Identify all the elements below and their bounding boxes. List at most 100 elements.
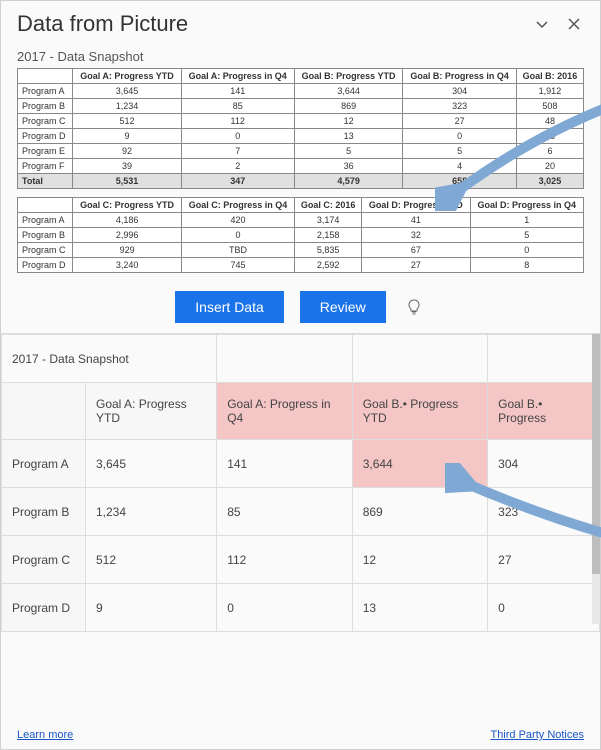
footer: Learn more Third Party Notices [1,721,600,749]
result-cell[interactable]: 0 [488,584,600,632]
row-label: Program D [18,129,73,144]
data-cell: 4,579 [294,174,403,189]
data-cell: 36 [294,159,403,174]
result-col-header[interactable]: Goal B.• Progress YTD [352,383,487,440]
result-corner-cell[interactable] [2,383,86,440]
data-cell: TBD [181,243,294,258]
source-col-header: Goal A: Progress YTD [73,69,181,84]
data-cell: 2,592 [295,258,362,273]
data-cell: 0 [181,228,294,243]
result-col-header[interactable]: Goal A: Progress YTD [86,383,217,440]
data-cell: 3,645 [73,84,181,99]
source-col-header: Goal C: Progress YTD [73,198,181,213]
data-cell: 32 [362,228,470,243]
source-col-header: Goal D: Progress in Q4 [470,198,583,213]
result-cell[interactable]: 869 [352,488,487,536]
data-cell: 1,234 [73,99,181,114]
data-cell: 323 [403,99,517,114]
data-cell: 27 [362,258,470,273]
row-label[interactable]: Program D [2,584,86,632]
learn-more-link[interactable]: Learn more [17,729,73,741]
data-cell: 12 [294,114,403,129]
result-col-header[interactable]: Goal A: Progress in Q4 [217,383,352,440]
data-cell: 745 [181,258,294,273]
action-bar: Insert Data Review [1,281,600,333]
result-cell[interactable]: 0 [217,584,352,632]
data-cell: 3,025 [516,174,583,189]
table-row: Program D3,2407452,592278 [18,258,584,273]
third-party-link[interactable]: Third Party Notices [490,729,584,741]
data-cell: 6 [516,144,583,159]
titlebar: Data from Picture [1,1,600,43]
result-cell[interactable]: 323 [488,488,600,536]
snapshot-title: 2017 - Data Snapshot [17,49,584,64]
row-label[interactable]: Program C [2,536,86,584]
data-cell: 5 [294,144,403,159]
source-col-header: Goal D: Progress YTD [362,198,470,213]
scrollbar-thumb[interactable] [592,334,600,574]
table-row: Program B2,99602,158325 [18,228,584,243]
row-label[interactable]: Program A [2,440,86,488]
source-col-header: Goal B: Progress in Q4 [403,69,517,84]
close-icon[interactable] [564,14,584,34]
result-cell[interactable]: 512 [86,536,217,584]
data-cell: 512 [73,114,181,129]
source-col-header: Goal C: 2016 [295,198,362,213]
data-cell: 5,531 [73,174,181,189]
source-col-header: Goal C: Progress in Q4 [181,198,294,213]
result-cell[interactable]: 304 [488,440,600,488]
data-cell: 869 [294,99,403,114]
source-table-upper: Goal A: Progress YTDGoal A: Progress in … [17,68,584,189]
data-cell: 1,912 [516,84,583,99]
result-table[interactable]: 2017 - Data Snapshot Goal A: Progress YT… [1,334,600,632]
table-row: Program E927556 [18,144,584,159]
result-col-header[interactable]: Goal B.• Progress [488,383,600,440]
data-cell: 27 [403,114,517,129]
data-cell: 929 [73,243,181,258]
result-cell[interactable]: 27 [488,536,600,584]
data-cell: 0 [181,129,294,144]
data-cell: 9 [73,129,181,144]
data-cell: 7 [181,144,294,159]
data-cell: 92 [73,144,181,159]
table-row: Program A3,6451413,6443041,912 [18,84,584,99]
result-cell[interactable]: 85 [217,488,352,536]
result-cell[interactable]: 3,644 [352,440,487,488]
lightbulb-icon[interactable] [402,295,426,319]
data-cell: 20 [516,159,583,174]
row-label: Total [18,174,73,189]
data-from-picture-panel: Data from Picture 2017 - Data Snapshot G… [0,0,601,750]
result-cell[interactable]: 13 [352,584,487,632]
data-cell: 8 [470,258,583,273]
result-cell[interactable]: 112 [217,536,352,584]
insert-data-button[interactable]: Insert Data [175,291,283,323]
data-cell: 2,158 [295,228,362,243]
data-cell: 3,174 [295,213,362,228]
result-cell[interactable]: 1,234 [86,488,217,536]
result-cell[interactable]: 3,645 [86,440,217,488]
table-row: Program B1,23485869323508 [18,99,584,114]
data-cell: 5 [470,228,583,243]
result-grid-area: 2017 - Data Snapshot Goal A: Progress YT… [1,333,600,721]
review-button[interactable]: Review [300,291,386,323]
data-cell: 508 [516,99,583,114]
data-cell: 67 [362,243,470,258]
data-cell: 0 [403,129,517,144]
row-label[interactable]: Program B [2,488,86,536]
data-cell: 141 [181,84,294,99]
result-cell[interactable]: 141 [217,440,352,488]
table-row: Program A4,1864203,174411 [18,213,584,228]
result-cell[interactable]: 12 [352,536,487,584]
scrollbar-vertical[interactable] [592,334,600,624]
data-cell: 347 [181,174,294,189]
result-cell[interactable]: 9 [86,584,217,632]
chevron-down-icon[interactable] [532,14,552,34]
data-cell: 93 [516,129,583,144]
data-cell: 0 [470,243,583,258]
row-label: Program C [18,114,73,129]
row-label: Program B [18,228,73,243]
table-row: Program C929TBD5,835670 [18,243,584,258]
data-cell: 658 [403,174,517,189]
result-title-cell[interactable]: 2017 - Data Snapshot [2,335,217,383]
source-col-header [18,69,73,84]
